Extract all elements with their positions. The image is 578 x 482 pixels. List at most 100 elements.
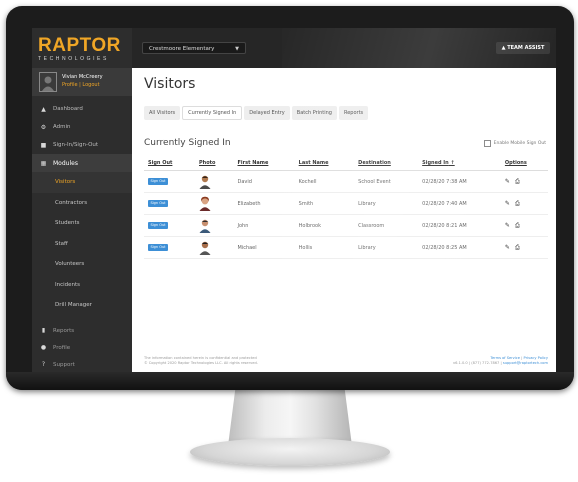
pencil-icon[interactable]: ✎ [505,178,510,185]
sidebar-item-label: Sign-In/Sign-Out [53,142,99,148]
cell-first-name: Michael [233,236,295,259]
printer-icon[interactable]: ⎙ [515,200,520,207]
user-name: Vivian McCreery [62,74,103,80]
sidebar-item-admin[interactable]: ⚙ Admin [32,118,132,136]
mobile-signout-label: Enable Mobile Sign Out [493,141,546,146]
support-email-link[interactable]: support@raptortech.com [503,361,548,365]
cell-signed-in: 02/28/20 8:25 AM [418,236,501,259]
table-row: Sign Out John Holbrook Classroom 02/28/2… [144,214,548,237]
sidebar-item-dashboard[interactable]: ▲ Dashboard [32,100,132,118]
column-header-sign-out[interactable]: Sign Out [144,156,195,171]
tab-delayed-entry[interactable]: Delayed Entry [244,106,290,120]
sidebar-item-students[interactable]: Students [32,213,132,234]
sidebar-item-profile[interactable]: ● Profile [32,339,132,356]
logo-subtitle: TECHNOLOGIES [38,56,109,62]
page-title: Visitors [144,76,196,92]
monitor-chin [6,372,574,390]
table-header-row: Sign Out Photo First Name Last Name Dest… [144,156,548,171]
help-icon: ? [41,361,46,368]
logo-wordmark: RAPTOR [38,35,121,56]
cell-signed-in: 02/28/20 7:40 AM [418,192,501,215]
sign-out-button[interactable]: Sign Out [148,222,168,229]
sidebar-item-label: Reports [53,327,75,334]
column-header-destination[interactable]: Destination [354,156,419,171]
column-header-first-name[interactable]: First Name [233,156,295,171]
sidebar-item-sign-in-out[interactable]: ■ Sign-In/Sign-Out [32,136,132,154]
person-icon: ● [40,344,47,351]
profile-link[interactable]: Profile [62,82,78,88]
visitors-table: Sign Out Photo First Name Last Name Dest… [144,156,548,259]
sidebar-item-label: Support [53,361,75,368]
sidebar-item-staff[interactable]: Staff [32,234,132,255]
sidebar-item-volunteers[interactable]: Volunteers [32,254,132,275]
checkbox[interactable] [483,140,491,147]
privacy-link[interactable]: Privacy Policy [524,356,549,360]
tab-bar: All Visitors Currently Signed In Delayed… [144,106,370,120]
tab-currently-signed-in[interactable]: Currently Signed In [182,106,243,120]
reports-icon: ▮ [41,327,46,334]
gear-icon: ⚙ [40,123,47,131]
version-text: v6.1.0.0 [453,361,468,365]
column-header-signed-in[interactable]: Signed In ↑ [418,156,501,171]
school-select[interactable]: Crestmoore Elementary ▼ [142,42,246,54]
footer-info: v6.1.0.0 | (877) 772-7867 | support@rapt… [453,361,548,366]
cell-first-name: Elizabeth [233,192,295,215]
column-header-last-name[interactable]: Last Name [294,156,355,171]
printer-icon[interactable]: ⎙ [515,222,520,229]
visitor-photo [198,174,211,189]
footer-right: Terms of Service | Privacy Policy v6.1.0… [453,356,548,366]
pencil-icon[interactable]: ✎ [505,222,510,229]
terms-link[interactable]: Terms of Service [490,356,520,360]
sidebar-section-label: Modules [53,159,78,167]
user-panel: Vivian McCreery Profile | Logout [32,68,132,96]
logout-link[interactable]: Logout [82,82,99,88]
visitor-photo [198,240,211,255]
sidebar-item-drill-manager[interactable]: Drill Manager [32,295,132,316]
sidebar-item-support[interactable]: ? Support [32,356,132,372]
monitor-frame: RAPTOR TECHNOLOGIES Vivian McCreery Prof… [6,6,574,390]
table-row: Sign Out Elizabeth Smith Library 02/28/2… [144,192,548,215]
team-assist-label: TEAM ASSIST [507,45,545,51]
cell-signed-in: 02/28/20 7:38 AM [418,170,501,193]
cell-signed-in: 02/28/20 8:21 AM [418,214,501,237]
school-select-value: Crestmoore Elementary [149,46,215,52]
tab-reports[interactable]: Reports [338,106,369,120]
sign-out-button[interactable]: Sign Out [148,244,168,251]
pencil-icon[interactable]: ✎ [505,244,510,251]
printer-icon[interactable]: ⎙ [515,244,520,251]
pencil-icon[interactable]: ✎ [505,200,510,207]
sidebar-section-modules[interactable]: ▦ Modules [32,154,132,172]
cell-destination: Library [354,192,419,215]
tab-batch-printing[interactable]: Batch Printing [291,106,337,120]
user-links: Profile | Logout [62,82,100,88]
column-header-options[interactable]: Options [500,156,548,171]
main-content: Visitors All Visitors Currently Signed I… [132,68,556,372]
screen: RAPTOR TECHNOLOGIES Vivian McCreery Prof… [32,28,556,372]
monitor-stand-base [190,438,390,466]
table-row: Sign Out Michael Hollis Library 02/28/20… [144,236,548,259]
footer-left: The information contained herein is conf… [144,356,258,366]
sidebar-item-label: Dashboard [53,106,83,112]
cell-last-name: Holbrook [294,214,355,237]
team-assist-button[interactable]: ▲ TEAM ASSIST [496,42,550,54]
cell-destination: School Event [354,170,419,193]
raptor-logo[interactable]: RAPTOR TECHNOLOGIES [38,36,130,68]
avatar[interactable] [39,72,57,92]
topbar: Crestmoore Elementary ▼ ▲ TEAM ASSIST [132,28,556,68]
mobile-signout-toggle[interactable]: Enable Mobile Sign Out [483,140,546,147]
sign-out-button[interactable]: Sign Out [148,178,168,185]
printer-icon[interactable]: ⎙ [515,178,520,185]
table-row: Sign Out David Kochell School Event 02/2… [144,170,548,193]
column-header-photo[interactable]: Photo [194,156,234,171]
footer-copyright: © Copyright 2020 Raptor Technologies LLC… [144,361,258,365]
sidebar-item-incidents[interactable]: Incidents [32,275,132,296]
cell-last-name: Hollis [294,236,355,259]
sidebar-item-reports[interactable]: ▮ Reports [32,322,132,339]
sidebar-item-contractors[interactable]: Contractors [32,193,132,214]
sidebar-item-visitors[interactable]: Visitors [32,172,132,193]
tab-all-visitors[interactable]: All Visitors [144,106,181,120]
visitor-photo [198,196,211,211]
cell-last-name: Kochell [294,170,355,193]
sort-arrow-icon: ↑ [450,160,455,166]
sign-out-button[interactable]: Sign Out [148,200,168,207]
